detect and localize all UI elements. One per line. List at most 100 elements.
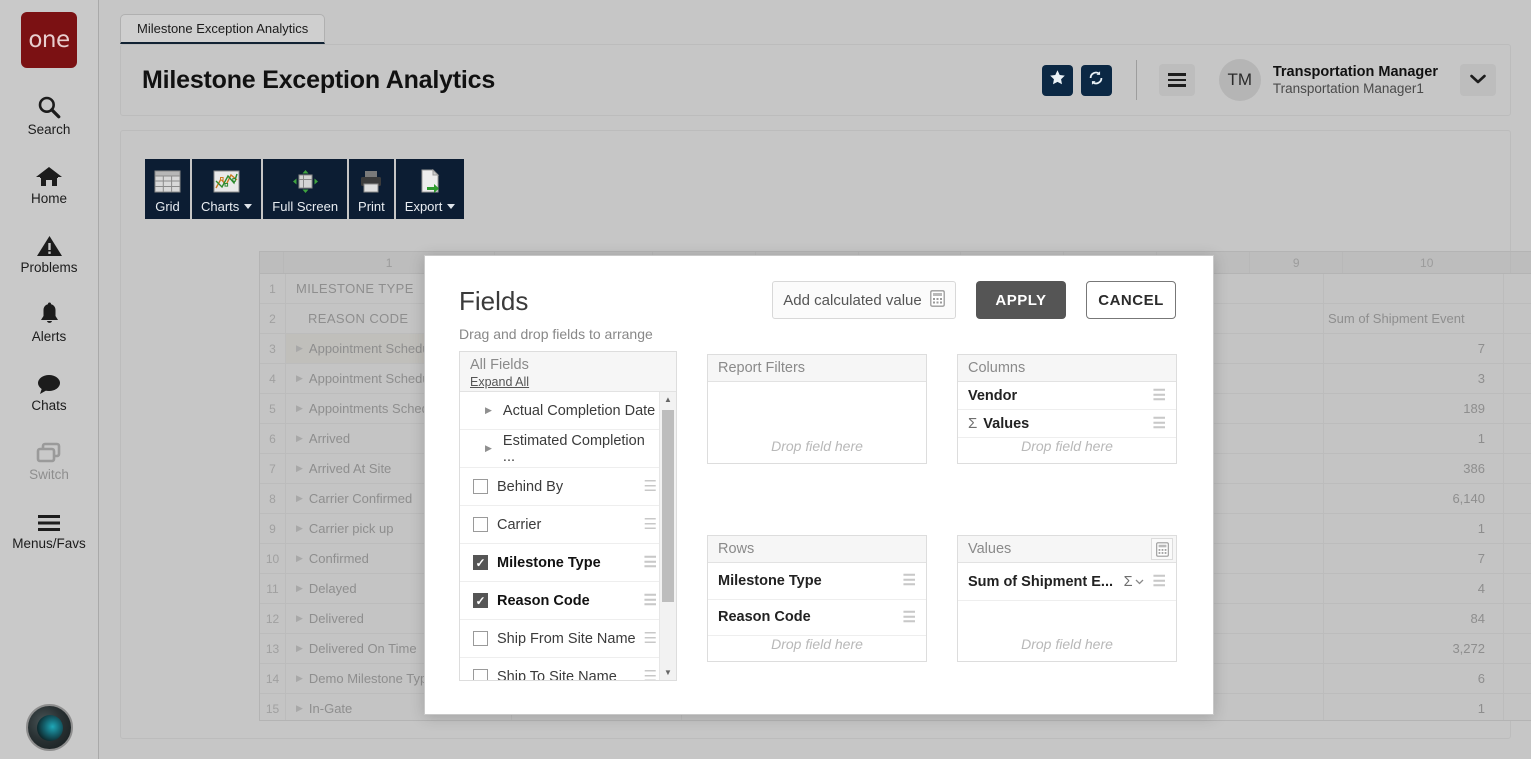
drag-handle-icon[interactable]: ☰ [644, 555, 657, 570]
report-filters-pane[interactable]: Report Filters Drop field here [707, 354, 927, 464]
scroll-down-icon[interactable]: ▼ [664, 668, 672, 677]
expand-triangle-icon[interactable]: ▶ [296, 403, 303, 414]
add-calculated-value-button[interactable]: Add calculated value [772, 281, 956, 319]
expand-triangle-icon[interactable]: ▶ [296, 343, 303, 354]
scrollbar-thumb[interactable] [662, 410, 674, 602]
columns-pane[interactable]: Columns Vendor ☰ Σ Values ☰ Drop field h… [957, 354, 1177, 464]
report-filters-body[interactable]: Drop field here [708, 382, 926, 463]
aggregator-sigma-icon[interactable]: Σ [1124, 574, 1133, 590]
toolbar-label: Export [405, 199, 456, 214]
row-number: 1 [260, 274, 286, 303]
drag-handle-icon[interactable]: ☰ [1153, 416, 1166, 431]
drag-handle-icon[interactable]: ☰ [1153, 388, 1166, 403]
toolbar-button-full-screen[interactable]: Full Screen [263, 159, 348, 219]
calc-button-label: Add calculated value [783, 291, 922, 309]
field-checkbox[interactable] [473, 631, 488, 646]
row-value: 1 [1324, 424, 1504, 453]
all-fields-pane: All Fields Expand All ▶ Actual Completion… [459, 351, 677, 681]
sidebar-item-alerts[interactable]: Alerts [0, 297, 99, 344]
home-icon [35, 159, 63, 189]
list-item[interactable]: ▶ Estimated Completion ... [460, 430, 665, 468]
row-label: Demo Milestone Type [308, 671, 435, 686]
user-menu-button[interactable] [1460, 64, 1496, 96]
values-body[interactable]: Sum of Shipment E... Σ ☰ Drop field here [958, 563, 1176, 661]
drag-handle-icon[interactable]: ☰ [644, 593, 657, 608]
sidebar-item-home[interactable]: Home [0, 159, 99, 206]
field-checkbox[interactable] [473, 517, 488, 532]
drag-handle-icon[interactable]: ☰ [644, 517, 657, 532]
expand-triangle-icon[interactable]: ▶ [296, 433, 303, 444]
sidebar-item-problems[interactable]: Problems [0, 228, 99, 275]
list-item[interactable]: Carrier ☰ [460, 506, 665, 544]
expand-triangle-icon[interactable]: ▶ [296, 463, 303, 474]
drag-handle-icon[interactable]: ☰ [644, 479, 657, 494]
chevron-down-icon [1470, 71, 1486, 89]
drag-handle-icon[interactable]: ☰ [903, 610, 916, 625]
expand-triangle-icon[interactable]: ▶ [296, 673, 303, 684]
expand-triangle-icon[interactable]: ▶ [296, 703, 303, 714]
all-fields-scrollbar[interactable]: ▲ ▼ [659, 392, 676, 680]
field-checkbox[interactable] [473, 555, 488, 570]
drag-handle-icon[interactable]: ☰ [1153, 574, 1166, 589]
expand-triangle-icon[interactable]: ▶ [485, 405, 492, 416]
list-item[interactable]: Ship From Site Name ☰ [460, 620, 665, 658]
expand-all-link[interactable]: Expand All [470, 375, 676, 389]
row-label: Delivered [308, 611, 364, 626]
drop-hint: Drop field here [1021, 438, 1113, 454]
field-checkbox[interactable] [473, 593, 488, 608]
values-pane[interactable]: Values Sum of Shipment E... Σ ☰ Drop fie… [957, 535, 1177, 662]
header-menu-button[interactable] [1158, 64, 1195, 96]
drag-handle-icon[interactable]: ☰ [644, 631, 657, 646]
expand-triangle-icon[interactable]: ▶ [296, 523, 303, 534]
apply-button[interactable]: APPLY [976, 281, 1066, 319]
row-value: 386 [1324, 454, 1504, 483]
expand-triangle-icon[interactable]: ▶ [485, 443, 492, 454]
sidebar-item-switch[interactable]: Switch [0, 435, 99, 482]
calculator-icon[interactable] [1151, 538, 1173, 560]
row-label: Carrier Confirmed [308, 491, 413, 506]
list-item[interactable]: Ship To Site Name ☰ [460, 658, 665, 680]
one-logo[interactable]: one [21, 12, 77, 68]
expand-triangle-icon[interactable]: ▶ [296, 613, 303, 624]
toolbar-button-grid[interactable]: Grid [145, 159, 190, 219]
list-item[interactable]: Behind By ☰ [460, 468, 665, 506]
field-checkbox[interactable] [473, 479, 488, 494]
expand-triangle-icon[interactable]: ▶ [296, 493, 303, 504]
field-checkbox[interactable] [473, 669, 488, 680]
drag-handle-icon[interactable]: ☰ [644, 669, 657, 680]
field-chip-milestone-type[interactable]: Milestone Type ☰ [708, 563, 926, 600]
user-avatar-icon[interactable] [26, 704, 73, 751]
toolbar-button-export[interactable]: Export [395, 159, 465, 219]
rows-pane[interactable]: Rows Milestone Type ☰ Reason Code ☰ Drop… [707, 535, 927, 662]
refresh-button[interactable] [1080, 64, 1112, 96]
field-chip-vendor[interactable]: Vendor ☰ [958, 382, 1176, 410]
drop-hint: Drop field here [771, 636, 863, 652]
full-screen-icon [288, 166, 322, 196]
toolbar-button-print[interactable]: Print [349, 159, 394, 219]
columns-body[interactable]: Vendor ☰ Σ Values ☰ Drop field here [958, 382, 1176, 463]
expand-triangle-icon[interactable]: ▶ [296, 373, 303, 384]
field-label: Reason Code [497, 592, 590, 609]
drag-handle-icon[interactable]: ☰ [903, 573, 916, 588]
favorite-button[interactable] [1041, 64, 1073, 96]
toolbar-button-charts[interactable]: Charts [192, 159, 262, 219]
sidebar-item-search[interactable]: Search [0, 90, 99, 137]
list-item[interactable]: Reason Code ☰ [460, 582, 665, 620]
cancel-button[interactable]: CANCEL [1086, 281, 1176, 319]
expand-triangle-icon[interactable]: ▶ [296, 643, 303, 654]
field-chip-sum-of-shipment-event[interactable]: Sum of Shipment E... Σ ☰ [958, 563, 1176, 601]
tab-milestone-exception-analytics[interactable]: Milestone Exception Analytics [120, 14, 326, 44]
list-item[interactable]: ▶ Actual Completion Date [460, 392, 665, 430]
expand-triangle-icon[interactable]: ▶ [296, 583, 303, 594]
field-chip-values[interactable]: Σ Values ☰ [958, 410, 1176, 438]
sidebar-item-menus-favs[interactable]: Menus/Favs [0, 504, 99, 551]
avatar[interactable]: TM [1218, 59, 1261, 101]
scroll-up-icon[interactable]: ▲ [664, 395, 672, 404]
rows-body[interactable]: Milestone Type ☰ Reason Code ☰ Drop fiel… [708, 563, 926, 661]
row-label: Arrived At Site [308, 461, 392, 476]
all-fields-list[interactable]: ▶ Actual Completion Date ▶ Estimated Compl… [460, 392, 676, 680]
expand-triangle-icon[interactable]: ▶ [296, 553, 303, 564]
field-chip-reason-code[interactable]: Reason Code ☰ [708, 600, 926, 636]
sidebar-item-chats[interactable]: Chats [0, 366, 99, 413]
list-item[interactable]: Milestone Type ☰ [460, 544, 665, 582]
